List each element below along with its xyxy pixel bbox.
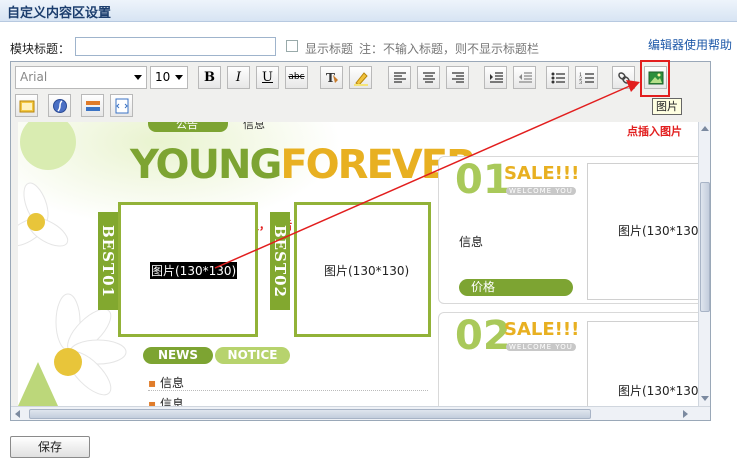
save-button[interactable]: 保存 (10, 436, 90, 458)
annotation-arrow (214, 80, 640, 269)
